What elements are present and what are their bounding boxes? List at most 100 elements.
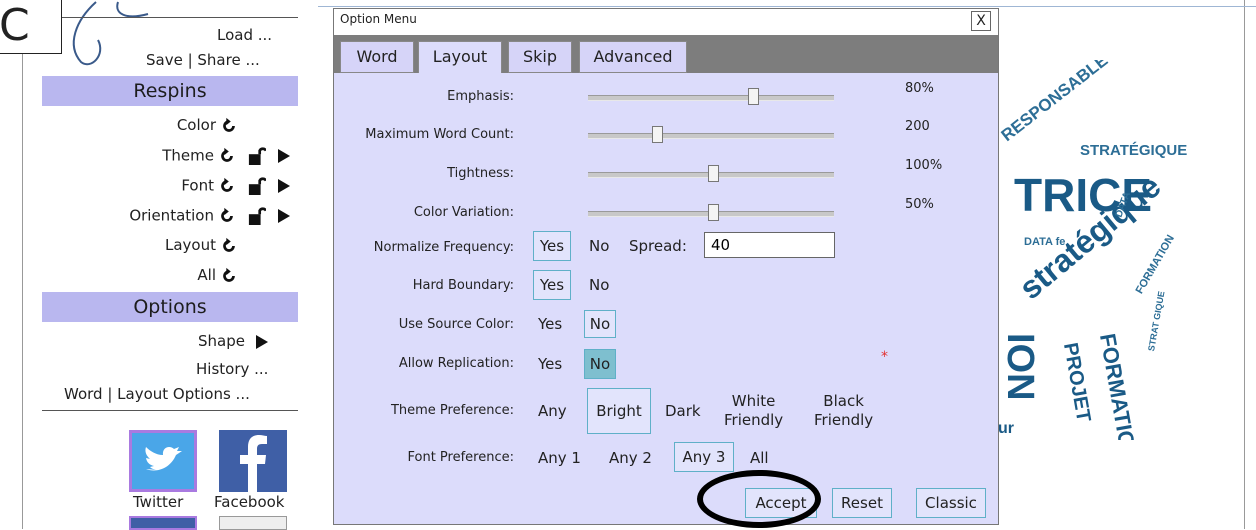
reset-button[interactable]: Reset (832, 488, 892, 518)
respin-color[interactable]: Color (177, 116, 290, 135)
theme-dark-option[interactable]: Dark (665, 402, 701, 420)
slider-track[interactable] (588, 95, 834, 101)
normalize-frequency-label: Normalize Frequency: (373, 240, 514, 255)
allow-replication-yes-option[interactable]: Yes (538, 355, 562, 373)
top-rule (317, 6, 1256, 7)
unlock-icon[interactable] (248, 207, 266, 225)
respin-orientation[interactable]: Orientation (129, 206, 290, 226)
facebook-f-icon (240, 435, 267, 492)
shape-option[interactable]: Shape (198, 332, 268, 350)
word-cloud-word: FORMATION (1133, 233, 1177, 296)
facebook-label: Facebook (214, 493, 285, 511)
slider-value: 200 (905, 119, 930, 134)
use-source-color-label: Use Source Color: (398, 317, 514, 332)
word-cloud: RESPONSABLE STRATÉGIQUE TRICE stratégiqu… (996, 60, 1246, 440)
play-arrow-icon[interactable] (278, 149, 290, 163)
theme-any-option[interactable]: Any (538, 402, 567, 420)
options-header: Options (42, 292, 298, 322)
font-preference-label: Font Preference: (407, 450, 514, 465)
highlight-circle-annotation (697, 470, 821, 528)
dialog-title: Option Menu (334, 9, 998, 35)
hard-boundary-no-option[interactable]: No (589, 276, 609, 294)
respin-all[interactable]: All (197, 266, 290, 285)
rotate-arrow-icon[interactable] (218, 207, 236, 225)
allow-replication-label: Allow Replication: (398, 356, 514, 371)
tab-layout[interactable]: Layout (418, 41, 502, 73)
word-cloud-word: PROJET (1058, 341, 1095, 424)
slider-thumb[interactable] (708, 165, 719, 182)
slider-label: Emphasis: (447, 89, 514, 104)
tab-advanced[interactable]: Advanced (579, 41, 687, 73)
tab-bar: Word Layout Skip Advanced (334, 35, 998, 73)
option-menu-dialog: Option Menu X Word Layout Skip Advanced … (333, 8, 999, 525)
tab-word[interactable]: Word (340, 41, 414, 73)
rotate-arrow-icon[interactable] (218, 177, 236, 195)
unlock-icon[interactable] (248, 177, 266, 195)
slider-value: 50% (905, 197, 934, 212)
dialog-close-button[interactable]: X (971, 11, 991, 31)
word-layout-options-link[interactable]: Word | Layout Options ... (64, 385, 250, 403)
font-any2-option[interactable]: Any 2 (609, 449, 652, 467)
shape-label: Shape (198, 332, 245, 350)
word-cloud-word: FORMATION (1094, 331, 1143, 440)
spread-input[interactable] (704, 232, 835, 258)
respin-label: Orientation (129, 206, 214, 225)
corner-label-badge: C (0, 0, 62, 54)
theme-preference-label: Theme Preference: (390, 403, 514, 418)
word-cloud-word: ur (998, 420, 1014, 437)
slider-track[interactable] (588, 133, 834, 139)
word-cloud-word: RESPONSABLE (997, 60, 1112, 146)
email-button-partial[interactable] (219, 516, 287, 530)
respin-label: Layout (165, 236, 216, 254)
word-cloud-word: STRATÉGIQUE (1080, 142, 1188, 159)
normalize-no-option[interactable]: No (589, 237, 609, 255)
normalize-yes-option[interactable]: Yes (533, 231, 571, 261)
slider-value: 80% (905, 81, 934, 96)
allow-replication-no-option[interactable]: No (584, 349, 616, 379)
tab-skip[interactable]: Skip (508, 41, 572, 73)
play-arrow-icon[interactable] (278, 179, 290, 193)
respin-layout[interactable]: Layout (165, 236, 290, 255)
theme-black-friendly-option[interactable]: Black Friendly (814, 392, 873, 430)
share-button-partial[interactable] (129, 516, 197, 530)
hard-boundary-yes-option[interactable]: Yes (533, 270, 571, 300)
use-source-color-no-option[interactable]: No (584, 310, 616, 338)
rotate-arrow-icon[interactable] (218, 147, 236, 165)
respin-font[interactable]: Font (181, 176, 290, 196)
twitter-label: Twitter (133, 493, 184, 511)
save-share-link[interactable]: Save | Share ... (146, 51, 260, 69)
unlock-icon[interactable] (248, 147, 266, 165)
theme-white-friendly-option[interactable]: White Friendly (724, 392, 783, 430)
slider-thumb[interactable] (748, 88, 759, 105)
slider-label: Maximum Word Count: (365, 127, 514, 142)
respin-theme[interactable]: Theme (162, 146, 290, 166)
twitter-bird-icon (145, 447, 182, 471)
twitter-button[interactable] (129, 430, 197, 492)
history-link[interactable]: History ... (196, 360, 268, 378)
respins-header: Respins (42, 76, 298, 106)
hard-boundary-label: Hard Boundary: (412, 278, 514, 293)
rotate-arrow-icon[interactable] (220, 116, 238, 134)
play-arrow-icon (255, 334, 268, 349)
rotate-arrow-icon[interactable] (220, 266, 238, 284)
slider-value: 100% (905, 158, 943, 173)
spread-label: Spread: (629, 237, 687, 255)
facebook-button[interactable] (219, 430, 287, 492)
use-source-color-yes-option[interactable]: Yes (538, 315, 562, 333)
theme-bright-option[interactable]: Bright (587, 388, 651, 434)
load-link[interactable]: Load ... (217, 26, 272, 44)
word-cloud-word: STRAT GIQUE (1146, 290, 1167, 352)
respin-label: Theme (162, 146, 214, 165)
font-any3-option[interactable]: Any 3 (674, 442, 734, 472)
sidebar-bottom-rule (42, 410, 298, 411)
frame-left-border (22, 0, 23, 529)
slider-label: Tightness: (447, 166, 514, 181)
font-all-option[interactable]: All (750, 449, 769, 467)
classic-button[interactable]: Classic (916, 488, 986, 518)
slider-thumb[interactable] (652, 126, 663, 143)
rotate-arrow-icon[interactable] (220, 236, 238, 254)
word-cloud-word: ION (999, 333, 1041, 401)
play-arrow-icon[interactable] (278, 209, 290, 223)
slider-thumb[interactable] (708, 204, 719, 221)
font-any1-option[interactable]: Any 1 (538, 449, 581, 467)
